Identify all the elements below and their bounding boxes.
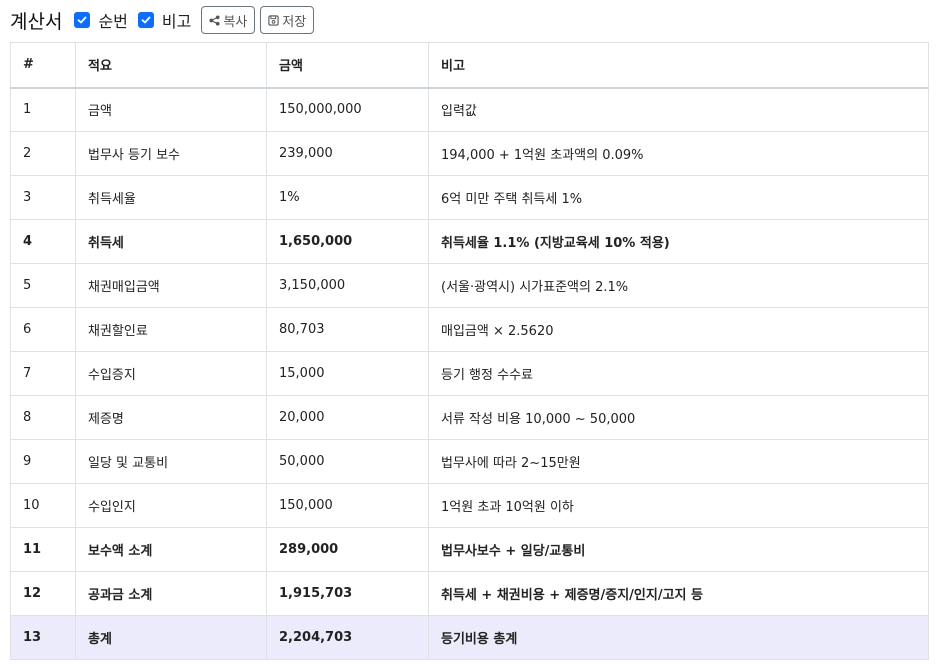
table-body: 1 금액 150,000,000 입력값 2 법무사 등기 보수 239,000 194,00… <box>10 87 929 660</box>
cell-amount: 2,204,703 <box>266 615 429 660</box>
cell-amount: 15,000 <box>266 351 429 396</box>
table-row: 12 공과금 소계 1,915,703 취득세 + 채권비용 + 제증명/증지/인지/… <box>10 571 929 616</box>
cell-amount: 239,000 <box>266 131 429 176</box>
cell-no: 2 <box>10 131 76 176</box>
column-header-amount: 금액 <box>266 42 429 89</box>
column-header-item: 적요 <box>75 42 267 89</box>
table-row: 7 수입증지 15,000 등기 행정 수수료 <box>10 351 929 396</box>
cell-no: 8 <box>10 395 76 440</box>
cell-no: 4 <box>10 219 76 264</box>
cell-amount: 1% <box>266 175 429 220</box>
cell-note: 서류 작성 비용 10,000 ~ 50,000 <box>428 395 929 440</box>
cell-no: 5 <box>10 263 76 308</box>
cell-amount: 1,650,000 <box>266 219 429 264</box>
cell-amount: 20,000 <box>266 395 429 440</box>
cell-no: 12 <box>10 571 76 616</box>
note-checkbox[interactable]: 비고 <box>137 8 192 32</box>
page-title: 계산서 <box>10 10 63 33</box>
cell-note: 매입금액 × 2.5620 <box>428 307 929 352</box>
cell-amount: 3,150,000 <box>266 263 429 308</box>
cell-item: 공과금 소계 <box>75 571 267 616</box>
cell-note: 법무사보수 + 일당/교통비 <box>428 527 929 572</box>
cell-no: 7 <box>10 351 76 396</box>
cell-no: 6 <box>10 307 76 352</box>
checkbox-checked-icon[interactable] <box>74 12 91 28</box>
save-button-label: 저장 <box>282 13 307 29</box>
toolbar: 계산서 순번 비고 복사 저장 <box>10 0 319 40</box>
cell-item: 제증명 <box>75 395 267 440</box>
cell-item: 법무사 등기 보수 <box>75 131 267 176</box>
share-icon <box>209 14 220 26</box>
cell-item: 취득세 <box>75 219 267 264</box>
cell-item: 수입인지 <box>75 483 267 528</box>
column-header-number: # <box>10 42 76 89</box>
cell-amount: 80,703 <box>266 307 429 352</box>
cell-note: 법무사에 따라 2~15만원 <box>428 439 929 484</box>
cell-note: 1억원 초과 10억원 이하 <box>428 483 929 528</box>
cell-note: (서울·광역시) 시가표준액의 2.1% <box>428 263 929 308</box>
cell-no: 10 <box>10 483 76 528</box>
cell-note: 194,000 + 1억원 초과액의 0.09% <box>428 131 929 176</box>
table-row: 1 금액 150,000,000 입력값 <box>10 87 929 132</box>
table-row: 4 취득세 1,650,000 취득세율 1.1% (지방교육세 10% 적용) <box>10 219 929 264</box>
order-checkbox-label: 순번 <box>98 12 128 31</box>
cell-item: 총계 <box>75 615 267 660</box>
cell-item: 금액 <box>75 87 267 132</box>
cell-no: 3 <box>10 175 76 220</box>
table-row: 13 총계 2,204,703 등기비용 총계 <box>10 615 929 660</box>
order-checkbox[interactable]: 순번 <box>74 8 128 32</box>
cell-item: 보수액 소계 <box>75 527 267 572</box>
note-checkbox-label: 비고 <box>161 12 192 31</box>
cell-no: 13 <box>10 615 76 660</box>
cell-note: 6억 미만 주택 취득세 1% <box>428 175 929 220</box>
checkbox-checked-icon[interactable] <box>137 12 154 28</box>
save-icon <box>268 14 279 26</box>
copy-button[interactable]: 복사 <box>201 6 256 34</box>
cell-item: 일당 및 교통비 <box>75 439 267 484</box>
save-button[interactable]: 저장 <box>260 6 315 34</box>
table-row: 3 취득세율 1% 6억 미만 주택 취득세 1% <box>10 175 929 220</box>
table-row: 10 수입인지 150,000 1억원 초과 10억원 이하 <box>10 483 929 528</box>
cell-item: 채권매입금액 <box>75 263 267 308</box>
cell-item: 수입증지 <box>75 351 267 396</box>
table-row: 5 채권매입금액 3,150,000 (서울·광역시) 시가표준액의 2.1% <box>10 263 929 308</box>
cell-amount: 150,000,000 <box>266 87 429 132</box>
cell-no: 9 <box>10 439 76 484</box>
cell-note: 취득세 + 채권비용 + 제증명/증지/인지/고지 등 <box>428 571 929 616</box>
cell-item: 채권할인료 <box>75 307 267 352</box>
cell-no: 1 <box>10 87 76 132</box>
calculation-table: # 적요 금액 비고 1 금액 150,000,000 입력값 2 법무사 등기 보수 23… <box>10 42 929 660</box>
table-row: 6 채권할인료 80,703 매입금액 × 2.5620 <box>10 307 929 352</box>
copy-button-label: 복사 <box>223 13 248 29</box>
cell-note: 취득세율 1.1% (지방교육세 10% 적용) <box>428 219 929 264</box>
cell-amount: 1,915,703 <box>266 571 429 616</box>
table-row: 11 보수액 소계 289,000 법무사보수 + 일당/교통비 <box>10 527 929 572</box>
cell-no: 11 <box>10 527 76 572</box>
cell-amount: 150,000 <box>266 483 429 528</box>
cell-amount: 50,000 <box>266 439 429 484</box>
column-header-note: 비고 <box>428 42 929 89</box>
cell-note: 입력값 <box>428 87 929 132</box>
cell-item: 취득세율 <box>75 175 267 220</box>
table-row: 2 법무사 등기 보수 239,000 194,000 + 1억원 초과액의 0.09… <box>10 131 929 176</box>
cell-amount: 289,000 <box>266 527 429 572</box>
table-header-row: # 적요 금액 비고 <box>10 42 929 89</box>
cell-note: 등기비용 총계 <box>428 615 929 660</box>
cell-note: 등기 행정 수수료 <box>428 351 929 396</box>
table-row: 9 일당 및 교통비 50,000 법무사에 따라 2~15만원 <box>10 439 929 484</box>
table-row: 8 제증명 20,000 서류 작성 비용 10,000 ~ 50,000 <box>10 395 929 440</box>
